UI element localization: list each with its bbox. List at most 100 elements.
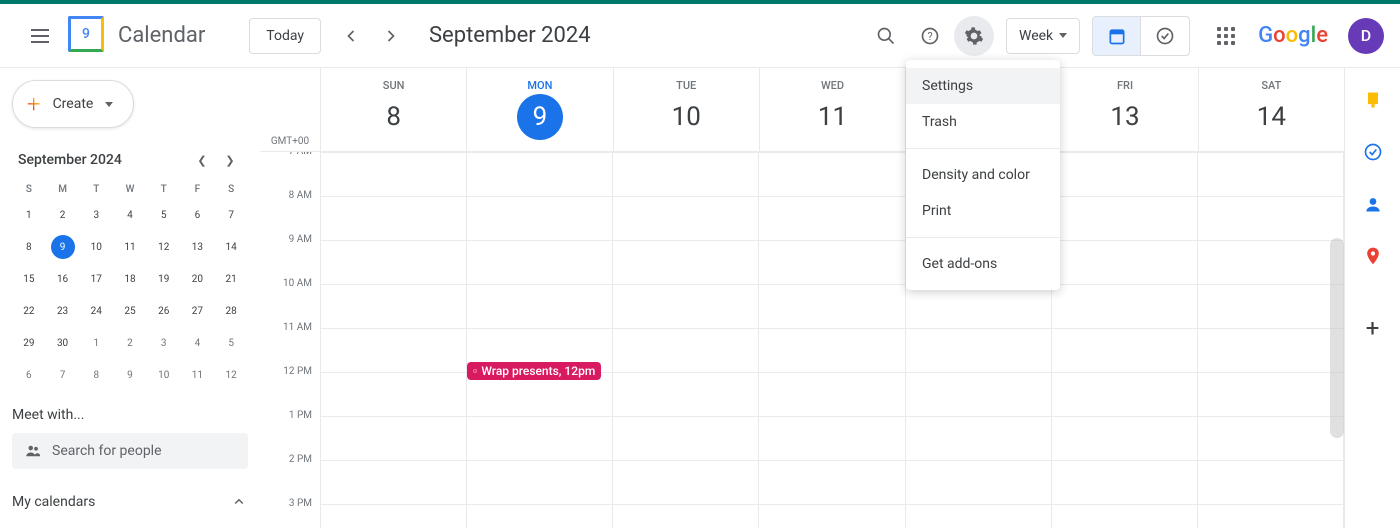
day-header[interactable]: MON9 xyxy=(466,68,612,151)
mini-cal-day[interactable]: 2 xyxy=(113,327,147,359)
vertical-scrollbar[interactable] xyxy=(1330,238,1344,438)
mini-cal-day[interactable]: 4 xyxy=(113,199,147,231)
day-header[interactable]: FRI 13 xyxy=(1051,68,1197,151)
menu-item-density[interactable]: Density and color xyxy=(906,157,1060,193)
menu-item-addons[interactable]: Get add-ons xyxy=(906,246,1060,282)
tasks-button[interactable] xyxy=(1361,140,1385,164)
day-number[interactable]: 11 xyxy=(809,94,855,140)
next-period-button[interactable] xyxy=(373,18,409,54)
chevron-down-icon xyxy=(1059,33,1067,38)
mini-cal-day[interactable]: 10 xyxy=(79,231,113,263)
day-header[interactable]: WED 11 xyxy=(759,68,905,151)
mini-cal-day[interactable]: 2 xyxy=(46,199,80,231)
mini-cal-day[interactable]: 8 xyxy=(79,359,113,391)
day-header[interactable]: TUE10 xyxy=(613,68,759,151)
mini-cal-next-button[interactable]: ❯ xyxy=(218,148,242,172)
help-button[interactable]: ? xyxy=(910,16,950,56)
calendar-tab[interactable] xyxy=(1093,17,1141,55)
time-label: 10 AM xyxy=(260,278,320,322)
search-people-input[interactable]: Search for people xyxy=(12,433,248,469)
mini-cal-day[interactable]: 3 xyxy=(79,199,113,231)
mini-cal-day[interactable]: 12 xyxy=(147,231,181,263)
mini-cal-day[interactable]: 6 xyxy=(181,199,215,231)
mini-cal-day[interactable]: 28 xyxy=(214,295,248,327)
mini-cal-day[interactable]: 20 xyxy=(181,263,215,295)
mini-cal-day[interactable]: 1 xyxy=(12,199,46,231)
day-number[interactable]: 14 xyxy=(1248,94,1294,140)
mini-cal-day[interactable]: 25 xyxy=(113,295,147,327)
event-title: Wrap presents, 12pm xyxy=(481,364,595,378)
mini-cal-day[interactable]: 29 xyxy=(12,327,46,359)
mini-cal-day[interactable]: 24 xyxy=(79,295,113,327)
app-logo-block[interactable]: 9 Calendar xyxy=(68,16,205,56)
settings-button[interactable] xyxy=(954,16,994,56)
mini-cal-day[interactable]: 7 xyxy=(214,199,248,231)
mini-cal-dow: T xyxy=(79,180,113,199)
mini-cal-day[interactable]: 18 xyxy=(113,263,147,295)
mini-cal-day[interactable]: 14 xyxy=(214,231,248,263)
mini-cal-day[interactable]: 5 xyxy=(147,199,181,231)
add-addon-button[interactable]: + xyxy=(1361,316,1385,340)
menu-item-settings[interactable]: Settings xyxy=(906,68,1060,104)
day-number[interactable]: 9 xyxy=(517,94,563,140)
day-number[interactable]: 13 xyxy=(1102,94,1148,140)
day-of-week-label: FRI xyxy=(1117,79,1133,92)
today-button[interactable]: Today xyxy=(249,18,321,54)
prev-period-button[interactable] xyxy=(333,18,369,54)
right-side-panel: + xyxy=(1344,68,1400,528)
tasks-tab[interactable] xyxy=(1141,17,1189,55)
mini-cal-prev-button[interactable]: ❮ xyxy=(190,148,214,172)
day-number[interactable]: 8 xyxy=(371,94,417,140)
view-selector[interactable]: Week xyxy=(1006,18,1080,54)
main-menu-button[interactable] xyxy=(16,12,64,60)
mini-cal-day[interactable]: 21 xyxy=(214,263,248,295)
keep-button[interactable] xyxy=(1361,88,1385,112)
mini-cal-day[interactable]: 1 xyxy=(79,327,113,359)
help-icon: ? xyxy=(920,26,940,46)
mini-cal-day[interactable]: 4 xyxy=(181,327,215,359)
mini-cal-day[interactable]: 15 xyxy=(12,263,46,295)
maps-button[interactable] xyxy=(1361,244,1385,268)
mini-cal-day[interactable]: 10 xyxy=(147,359,181,391)
app-title: Calendar xyxy=(118,23,205,48)
mini-cal-day[interactable]: 6 xyxy=(12,359,46,391)
mini-cal-day[interactable]: 12 xyxy=(214,359,248,391)
my-calendars-toggle[interactable]: My calendars xyxy=(12,493,248,511)
search-icon xyxy=(876,26,896,46)
google-apps-button[interactable] xyxy=(1206,16,1246,56)
mini-cal-day[interactable]: 8 xyxy=(12,231,46,263)
mini-cal-day[interactable]: 11 xyxy=(181,359,215,391)
day-number[interactable]: 10 xyxy=(663,94,709,140)
search-button[interactable] xyxy=(866,16,906,56)
mini-cal-day[interactable]: 19 xyxy=(147,263,181,295)
mini-cal-day[interactable]: 22 xyxy=(12,295,46,327)
mini-cal-day[interactable]: 26 xyxy=(147,295,181,327)
mini-cal-day[interactable]: 27 xyxy=(181,295,215,327)
account-avatar[interactable]: D xyxy=(1348,18,1384,54)
day-of-week-label: WED xyxy=(821,79,844,92)
mini-cal-day[interactable]: 16 xyxy=(46,263,80,295)
mini-cal-day[interactable]: 23 xyxy=(46,295,80,327)
mini-cal-day[interactable]: 17 xyxy=(79,263,113,295)
create-button[interactable]: + Create xyxy=(12,80,134,128)
event-chip[interactable]: Wrap presents, 12pm xyxy=(467,362,601,380)
mini-cal-day[interactable]: 11 xyxy=(113,231,147,263)
mini-cal-day[interactable]: 5 xyxy=(214,327,248,359)
apps-grid-icon xyxy=(1217,27,1235,45)
mini-cal-day[interactable]: 13 xyxy=(181,231,215,263)
menu-item-trash[interactable]: Trash xyxy=(906,104,1060,140)
mini-cal-day[interactable]: 30 xyxy=(46,327,80,359)
day-header[interactable]: SAT14 xyxy=(1198,68,1344,151)
day-header[interactable]: SUN8 xyxy=(320,68,466,151)
mini-cal-day[interactable]: 7 xyxy=(46,359,80,391)
chevron-left-icon xyxy=(341,26,361,46)
menu-item-print[interactable]: Print xyxy=(906,193,1060,229)
chevron-right-icon xyxy=(381,26,401,46)
mini-cal-day[interactable]: 9 xyxy=(46,231,80,263)
mini-cal-day[interactable]: 9 xyxy=(113,359,147,391)
contacts-button[interactable] xyxy=(1361,192,1385,216)
mini-cal-day[interactable]: 3 xyxy=(147,327,181,359)
time-label: 8 AM xyxy=(260,190,320,234)
event-grid[interactable]: Wrap presents, 12pm xyxy=(320,152,1344,528)
current-date-range[interactable]: September 2024 xyxy=(429,23,862,48)
